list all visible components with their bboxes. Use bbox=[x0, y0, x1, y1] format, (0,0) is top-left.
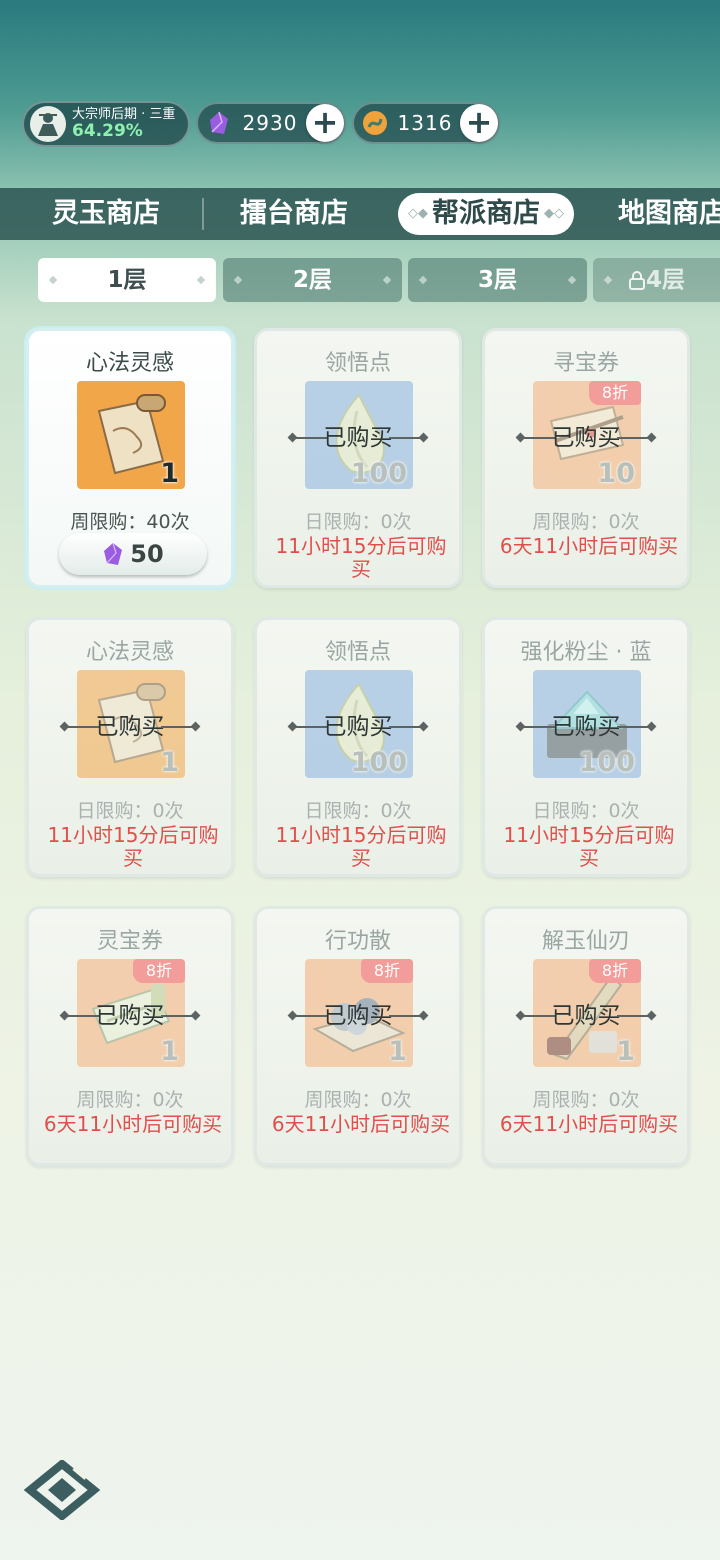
scroll-icon: 1 bbox=[77, 381, 185, 489]
item-quantity: 10 bbox=[597, 458, 635, 489]
discount-badge: 8折 bbox=[133, 959, 185, 983]
sold-out-mark: 已购买 bbox=[485, 1001, 687, 1031]
item-name: 心法灵感 bbox=[85, 640, 174, 665]
restock-countdown: 11小时15分后可购买 bbox=[275, 823, 447, 870]
item-quantity: 1 bbox=[160, 1036, 179, 1067]
purchase-limit: 日限购：0次 bbox=[304, 511, 412, 533]
restock-countdown: 6天11小时后可购买 bbox=[499, 534, 679, 558]
tab-arena-shop[interactable]: 擂台商店 bbox=[240, 188, 348, 240]
item-name: 强化粉尘 · 蓝 bbox=[520, 640, 652, 665]
menu-logo-icon[interactable] bbox=[23, 1458, 101, 1522]
floor-tab-1[interactable]: 1层 bbox=[38, 258, 216, 302]
buy-button[interactable]: 50 bbox=[59, 533, 207, 575]
coin-amount: 1316 bbox=[397, 111, 453, 135]
purchase-limit: 周限购：0次 bbox=[76, 1089, 184, 1111]
purchase-limit: 周限购：40次 bbox=[70, 511, 190, 533]
sold-out-label: 已购买 bbox=[323, 425, 393, 451]
add-coin-button[interactable]: + bbox=[460, 104, 498, 142]
floor-tab-2-label: 2层 bbox=[292, 267, 332, 293]
sold-out-label: 已购买 bbox=[323, 1003, 393, 1029]
realm-name: 大宗师后期 · 三重 bbox=[72, 106, 176, 122]
player-status-bar: 大宗师后期 · 三重 64.29% 2930 + 1316 + bbox=[22, 100, 500, 148]
sold-out-mark: 已购买 bbox=[257, 712, 459, 742]
discount-badge: 8折 bbox=[589, 381, 641, 405]
coin-currency: 1316 + bbox=[352, 102, 500, 144]
shop-item-card[interactable]: 解玉仙刃 1 8折已购买周限购：0次 6天11小时后可购买 bbox=[482, 906, 690, 1166]
tab-lingyu-shop[interactable]: 灵玉商店 bbox=[52, 188, 160, 240]
floor-tab-1-label: 1层 bbox=[107, 267, 147, 293]
discount-badge: 8折 bbox=[589, 959, 641, 983]
restock-countdown: 6天11小时后可购买 bbox=[43, 1112, 223, 1136]
tab-guild-shop-label: 帮派商店 bbox=[432, 198, 540, 229]
item-name: 寻宝券 bbox=[552, 351, 619, 376]
shop-item-card[interactable]: 寻宝券 10 8折已购买周限购：0次 6天11小时后可购买 bbox=[482, 328, 690, 588]
item-name: 解玉仙刃 bbox=[541, 929, 630, 954]
tab-map-shop[interactable]: 地图商店 bbox=[618, 188, 720, 240]
item-quantity: 1 bbox=[160, 747, 179, 778]
floor-tab-3[interactable]: 3层 bbox=[408, 258, 587, 302]
item-name: 领悟点 bbox=[324, 640, 391, 665]
shop-item-card[interactable]: 心法灵感 1 已购买日限购：0次 11小时15分后可购买 bbox=[26, 617, 234, 877]
purchase-limit: 日限购：0次 bbox=[532, 800, 640, 822]
sold-out-label: 已购买 bbox=[551, 714, 621, 740]
floor-tab-2[interactable]: 2层 bbox=[223, 258, 402, 302]
purchase-limit: 周限购：0次 bbox=[532, 1089, 640, 1111]
sold-out-label: 已购买 bbox=[551, 425, 621, 451]
purchase-limit: 周限购：0次 bbox=[304, 1089, 412, 1111]
item-quantity: 1 bbox=[616, 1036, 635, 1067]
purchase-limit: 周限购：0次 bbox=[532, 511, 640, 533]
tab-divider bbox=[202, 198, 204, 230]
sold-out-mark: 已购买 bbox=[29, 1001, 231, 1031]
sold-out-label: 已购买 bbox=[95, 1003, 165, 1029]
item-quantity: 1 bbox=[388, 1036, 407, 1067]
realm-progress: 64.29% bbox=[72, 120, 143, 141]
restock-countdown: 11小时15分后可购买 bbox=[275, 534, 447, 581]
add-crystal-button[interactable]: + bbox=[306, 104, 344, 142]
sold-out-mark: 已购买 bbox=[257, 1001, 459, 1031]
purchase-limit: 日限购：0次 bbox=[304, 800, 412, 822]
sold-out-label: 已购买 bbox=[323, 714, 393, 740]
sold-out-label: 已购买 bbox=[551, 1003, 621, 1029]
shop-item-card[interactable]: 行功散 1 8折已购买周限购：0次 6天11小时后可购买 bbox=[254, 906, 462, 1166]
restock-countdown: 6天11小时后可购买 bbox=[271, 1112, 451, 1136]
crystal-currency: 2930 + bbox=[196, 102, 346, 144]
purchase-limit: 日限购：0次 bbox=[76, 800, 184, 822]
item-name: 行功散 bbox=[324, 929, 391, 954]
item-quantity: 100 bbox=[350, 747, 407, 778]
shop-item-card[interactable]: 灵宝券 1 8折已购买周限购：0次 6天11小时后可购买 bbox=[26, 906, 234, 1166]
item-name: 灵宝券 bbox=[96, 929, 163, 954]
restock-countdown: 6天11小时后可购买 bbox=[499, 1112, 679, 1136]
item-price: 50 bbox=[130, 540, 164, 568]
sold-out-mark: 已购买 bbox=[485, 712, 687, 742]
floor-tab-3-label: 3层 bbox=[477, 267, 517, 293]
item-quantity: 1 bbox=[160, 458, 179, 489]
tab-guild-shop[interactable]: ◇◆ 帮派商店 ◆◇ bbox=[398, 193, 574, 235]
lock-icon bbox=[628, 271, 645, 290]
item-name: 领悟点 bbox=[324, 351, 391, 376]
floor-tab-4[interactable]: 4层 bbox=[593, 258, 720, 302]
shop-item-card[interactable]: 心法灵感 1 周限购：40次 50 bbox=[26, 328, 234, 588]
discount-badge: 8折 bbox=[361, 959, 413, 983]
sold-out-label: 已购买 bbox=[95, 714, 165, 740]
restock-countdown: 11小时15分后可购买 bbox=[503, 823, 675, 870]
restock-countdown: 11小时15分后可购买 bbox=[47, 823, 219, 870]
crystal-amount: 2930 bbox=[242, 111, 298, 135]
sold-out-mark: 已购买 bbox=[29, 712, 231, 742]
sold-out-mark: 已购买 bbox=[257, 423, 459, 453]
sold-out-mark: 已购买 bbox=[485, 423, 687, 453]
floor-tab-4-label: 4层 bbox=[645, 267, 685, 293]
item-quantity: 100 bbox=[578, 747, 635, 778]
shop-tab-bar: 灵玉商店 擂台商店 ◇◆ 帮派商店 ◆◇ 地图商店 bbox=[0, 188, 720, 240]
purple-crystal-icon bbox=[204, 108, 234, 138]
shop-item-card[interactable]: 强化粉尘 · 蓝 100 已购买日限购：0次 11小时15分后可购买 bbox=[482, 617, 690, 877]
shop-item-card[interactable]: 领悟点 100 已购买日限购：0次 11小时15分后可购买 bbox=[254, 328, 462, 588]
cultivator-avatar-icon bbox=[30, 106, 66, 142]
spirit-coin-icon bbox=[360, 108, 390, 138]
item-name: 心法灵感 bbox=[85, 351, 174, 376]
item-quantity: 100 bbox=[350, 458, 407, 489]
shop-item-card[interactable]: 领悟点 100 已购买日限购：0次 11小时15分后可购买 bbox=[254, 617, 462, 877]
realm-badge[interactable]: 大宗师后期 · 三重 64.29% bbox=[22, 101, 190, 147]
purple-crystal-icon bbox=[104, 542, 123, 565]
